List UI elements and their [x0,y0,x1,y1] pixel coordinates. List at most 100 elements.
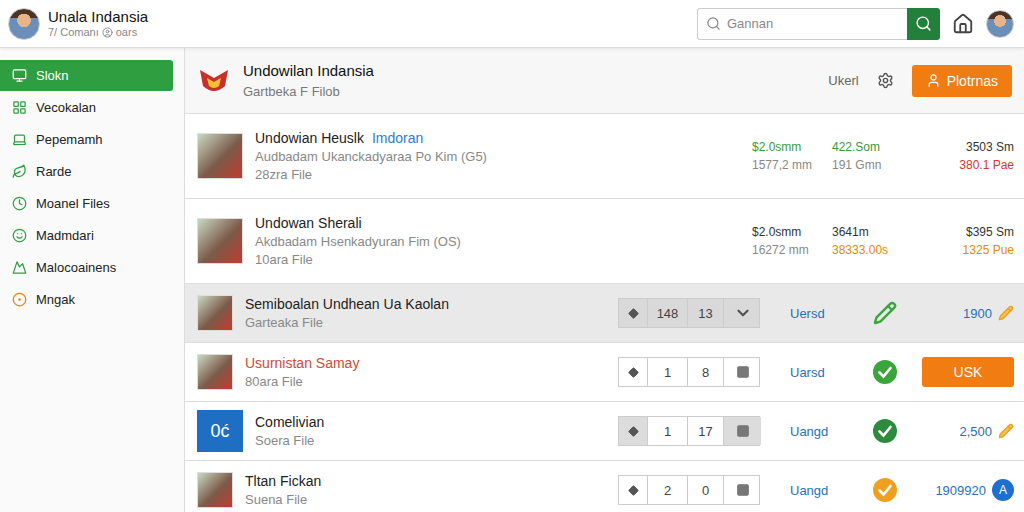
sidebar-item[interactable]: Malocoainens [0,252,173,283]
stat-value: $2.0smm [752,140,801,154]
chevron-down-icon [734,304,752,322]
person-icon [926,73,941,88]
gear-icon[interactable] [877,72,894,89]
row-text: Tltan FickanSuena File [245,473,321,507]
file-name: Undowian HeuslkImdoran [255,130,487,146]
file-description: Audbadam Ukanckadyaraa Po Kim (G5) [255,149,487,164]
search-field[interactable]: Gannan [697,8,907,40]
diamond-icon [628,485,639,496]
sidebar-item-icon [12,292,27,307]
brand: Unala Indansia7/ Comanıoars [8,8,148,40]
stat-sub: 38333.00s [832,243,888,257]
file-description: Akdbadam Hsenkadyuran Fim (OS) [255,234,461,249]
stepper[interactable]: 18 [618,357,760,387]
pencil-icon[interactable] [998,423,1014,439]
row-logo: 0ć [197,410,243,452]
stepper-end[interactable] [723,417,761,445]
list-row[interactable]: 0ćComelivianSoera File117Uangd 2,500 [185,402,1024,461]
sidebar-item[interactable]: Moanel Files [0,188,173,219]
file-row[interactable]: Undowan Sherali Akdbadam Hsenkadyuran Fim… [185,199,1024,284]
page-header: Undowilan IndansiaGartbeka F Filob Ukerl P… [185,48,1024,114]
page-link[interactable]: Ukerl [828,73,858,88]
stepper-value: 0 [687,476,723,504]
row-info: Usurnistan Samay80ara File [197,354,618,390]
status-cell [852,301,918,325]
profile-avatar[interactable] [986,10,1014,38]
status-cell [852,477,918,503]
sidebar-item[interactable]: Pepemamh [0,124,173,155]
user-avatar[interactable] [8,8,40,40]
page-title-group: Undowilan IndansiaGartbeka F Filob [197,62,374,99]
row-info: Semiboalan Undhean Ua KaolanGarteaka Fil… [197,295,618,331]
sidebar-item[interactable]: Vecokalan [0,92,173,123]
row-info: 0ćComelivianSoera File [197,410,618,452]
stat-cell: $2.0smm 1577,2 mm [752,140,832,172]
main: Undowilan IndansiaGartbeka F Filob Ukerl P… [185,48,1024,512]
stat-sub: 16272 mm [752,243,809,257]
file-name: Undowan Sherali [255,215,461,231]
file-tag[interactable]: Imdoran [372,130,423,146]
stat-sub: 1577,2 mm [752,158,812,172]
sidebar-item-icon [12,68,27,83]
pencil-icon[interactable] [998,305,1014,321]
value-cell: 1900 [918,305,1014,321]
stepper[interactable]: 117 [618,416,760,446]
stepper-handle[interactable] [619,417,647,445]
check-icon[interactable] [872,359,898,385]
page-actions: Ukerl Plotrnas [828,65,1012,97]
stepper-value: 148 [647,299,687,327]
row-status: Uangd [760,424,852,439]
row-text: Semiboalan Undhean Ua KaolanGarteaka Fil… [245,296,449,330]
row-text: Usurnistan Samay80ara File [245,355,359,389]
file-info: Undowian HeuslkImdoran Audbadam Ukanckady… [197,130,752,182]
top-bar: Unala Indansia7/ Comanıoars Gannan [0,0,1024,48]
status-cell [852,418,918,444]
stat-sub: 191 Gmn [832,158,881,172]
list-row[interactable]: Tltan FickanSuena File20Uangd1909920A [185,461,1024,512]
check-icon[interactable] [872,477,898,503]
row-value: 1900 [963,306,992,321]
row-meta: Garteaka File [245,315,449,330]
stat-value: $2.0smm [752,225,801,239]
square-icon [736,424,750,438]
check-icon[interactable] [872,418,898,444]
row-name: Tltan Fickan [245,473,321,489]
stepper-handle[interactable] [619,476,647,504]
diamond-icon [628,308,639,319]
pen-icon[interactable] [873,301,897,325]
sidebar-item[interactable]: Slokn [0,60,173,91]
stepper[interactable]: 14813 [618,298,760,328]
stepper-handle[interactable] [619,299,647,327]
app: Unala Indansia7/ Comanıoars Gannan SloknVe… [0,0,1024,512]
brand-logo-icon [197,64,231,98]
row-badge[interactable]: A [992,479,1014,501]
search-icon [915,15,932,32]
row-button[interactable]: USK [922,357,1014,387]
list-row[interactable]: Semiboalan Undhean Ua KaolanGarteaka Fil… [185,284,1024,343]
stepper[interactable]: 20 [618,475,760,505]
file-meta: 28zra File [255,167,487,182]
sidebar-item[interactable]: Rarde [0,156,173,187]
list-row[interactable]: Usurnistan Samay80ara File18UarsdUSK [185,343,1024,402]
home-icon[interactable] [952,13,974,35]
stat-cell: 3503 Sm380.1 Pae [932,140,1014,172]
sidebar-item-icon [12,260,27,275]
square-icon [736,365,750,379]
stepper-end[interactable] [723,299,761,327]
search: Gannan [697,8,940,40]
stepper-end[interactable] [723,476,761,504]
search-button[interactable] [907,8,940,40]
row-meta: Soera File [255,433,324,448]
file-meta: 10ara File [255,252,461,267]
body: SloknVecokalanPepemamhRardeMoanel FilesM… [0,48,1024,512]
stepper-handle[interactable] [619,358,647,386]
primary-button[interactable]: Plotrnas [912,65,1012,97]
file-row[interactable]: Undowian HeuslkImdoran Audbadam Ukanckady… [185,114,1024,199]
stepper-end[interactable] [723,358,761,386]
row-value: 2,500 [959,424,992,439]
status-cell [852,359,918,385]
row-thumbnail [197,354,233,390]
sidebar-item[interactable]: Mngak [0,284,173,315]
sidebar-item-icon [12,196,27,211]
sidebar-item[interactable]: Madmdari [0,220,173,251]
